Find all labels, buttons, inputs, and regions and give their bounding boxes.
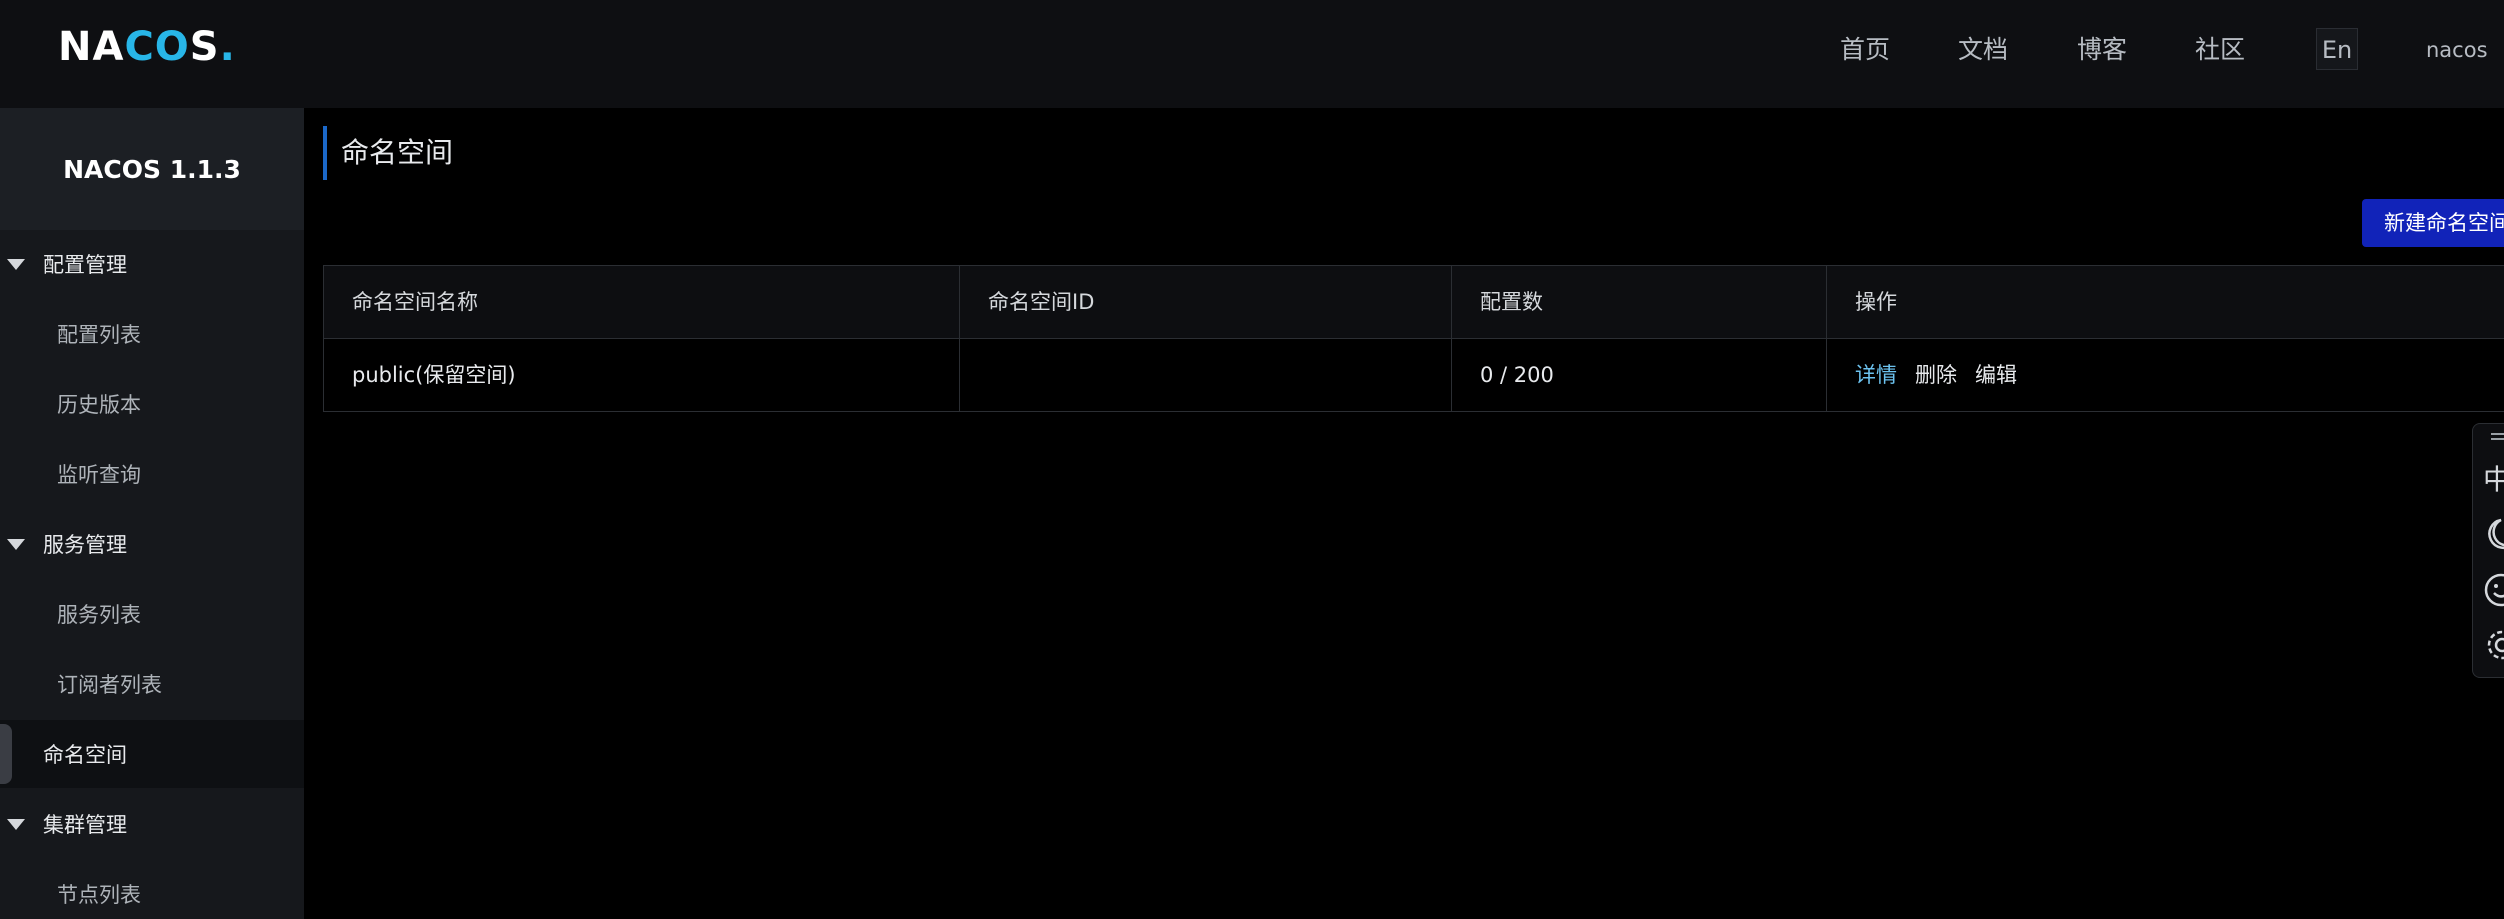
sidebar-item-config-list[interactable]: 配置列表: [0, 300, 304, 368]
sidebar-item-history[interactable]: 历史版本: [0, 370, 304, 438]
cell-config-count: 0 / 200: [1452, 339, 1827, 411]
nav-home[interactable]: 首页: [1840, 28, 1890, 72]
sidebar-group-cluster[interactable]: 集群管理: [0, 790, 304, 858]
sidebar-group-config[interactable]: 配置管理: [0, 230, 304, 298]
column-header-config-count: 配置数: [1452, 266, 1827, 338]
sidebar-item-label: 订阅者列表: [57, 673, 162, 697]
cell-namespace-name: public(保留空间): [324, 339, 960, 411]
column-header-name: 命名空间名称: [324, 266, 960, 338]
logo-part-na: NA: [58, 24, 125, 70]
sidebar-item-subscriber-list[interactable]: 订阅者列表: [0, 650, 304, 718]
sidebar-item-label: 命名空间: [43, 743, 127, 767]
sidebar-group-service[interactable]: 服务管理: [0, 510, 304, 578]
column-header-actions: 操作: [1855, 290, 1897, 314]
namespace-table: 命名空间名称 命名空间ID 配置数 操作 public(保留空间) 0 / 20…: [323, 265, 2504, 412]
details-link[interactable]: 详情: [1855, 363, 1897, 387]
nav-blog[interactable]: 博客: [2077, 28, 2127, 72]
gear-icon[interactable]: [2483, 626, 2504, 664]
sidebar-item-label: 节点列表: [57, 883, 141, 907]
moon-icon[interactable]: [2483, 516, 2504, 550]
sidebar-item-label: 服务列表: [57, 603, 141, 627]
caret-down-icon: [7, 258, 25, 270]
version-label: NACOS 1.1.3: [0, 108, 304, 230]
logo-part-s: S: [189, 24, 220, 70]
app-root: NA CO S. 首页 文档 博客 社区 En nacos NACOS 1.1.3 …: [0, 0, 2504, 919]
sidebar-group-label: 配置管理: [43, 253, 127, 277]
logo-part-dot: .: [219, 24, 236, 70]
nav-docs[interactable]: 文档: [1958, 28, 2008, 72]
sidebar-item-namespace[interactable]: 命名空间: [0, 720, 304, 788]
username-label[interactable]: nacos: [2426, 28, 2488, 72]
caret-down-icon: [7, 818, 25, 830]
page-title: 命名空间: [341, 136, 454, 169]
create-namespace-button[interactable]: 新建命名空间: [2362, 199, 2504, 247]
top-header: NA CO S. 首页 文档 博客 社区 En nacos: [0, 0, 2504, 108]
column-header-id: 命名空间ID: [960, 266, 1452, 338]
cell-namespace-id: [960, 339, 1452, 411]
nav-community[interactable]: 社区: [2195, 28, 2245, 72]
page-title-accent: [323, 126, 327, 180]
cell-actions: 详情 删除 编辑: [1827, 339, 2504, 411]
table-row: public(保留空间) 0 / 200 详情 删除 编辑: [324, 339, 2504, 411]
sidebar-item-label: 配置列表: [57, 323, 141, 347]
logo-part-co: CO: [124, 24, 190, 70]
sidebar-item-label: 历史版本: [57, 393, 141, 417]
table-header-row: 命名空间名称 命名空间ID 配置数 操作: [324, 266, 2504, 339]
sidebar-group-label: 集群管理: [43, 813, 127, 837]
sidebar-group-label: 服务管理: [43, 533, 127, 557]
sidebar-item-listener-query[interactable]: 监听查询: [0, 440, 304, 508]
active-indicator: [0, 724, 12, 784]
sidebar: NACOS 1.1.3 配置管理 配置列表 历史版本 监听查询 服务管理 服务列…: [0, 108, 304, 919]
sidebar-item-service-list[interactable]: 服务列表: [0, 580, 304, 648]
nacos-logo[interactable]: NA CO S.: [58, 22, 236, 72]
language-switch-button[interactable]: En: [2316, 28, 2358, 70]
sidebar-item-label: 监听查询: [57, 463, 141, 487]
smile-icon[interactable]: [2483, 572, 2504, 608]
delete-link[interactable]: 删除: [1915, 363, 1957, 387]
edit-link[interactable]: 编辑: [1975, 363, 2017, 387]
floating-toolbar: 中: [2472, 423, 2504, 678]
drag-handle-icon[interactable]: [2483, 428, 2504, 446]
sidebar-item-node-list[interactable]: 节点列表: [0, 860, 304, 919]
language-toggle-button[interactable]: 中: [2483, 458, 2504, 498]
caret-down-icon: [7, 538, 25, 550]
